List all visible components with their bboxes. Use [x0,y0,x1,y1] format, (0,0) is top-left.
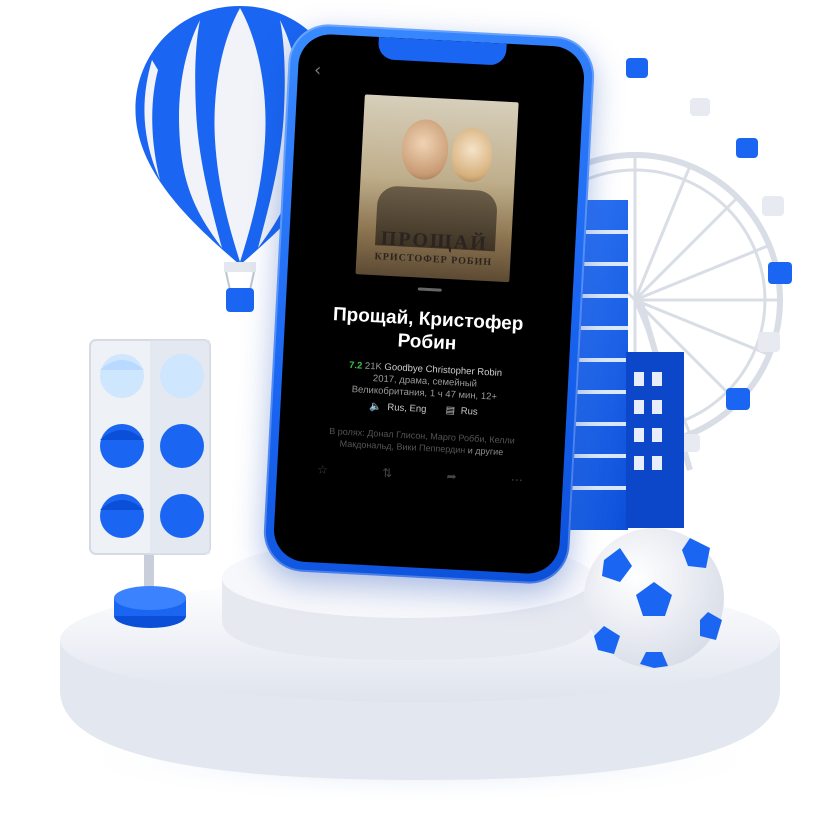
votes-count: 21K [364,360,383,373]
speaker-icon: 🔈 [369,401,383,413]
thumbs-icon[interactable]: ⇅ [382,466,393,481]
movie-poster[interactable]: ПРОЩАЙ КРИСТОФЕР РОБИН [355,94,519,283]
chevron-left-icon[interactable]: ‹ [314,60,322,81]
traffic-light [89,339,211,628]
subtitles-icon: ▤ [445,405,456,417]
smartphone: ‹ ПРОЩАЙ КРИСТОФЕР РОБИН Прощай, Кристоф… [261,22,597,586]
soccer-ball [584,528,724,668]
share-icon[interactable]: ➦ [446,469,457,484]
poster-actress-face [450,127,494,184]
cast-list: В ролях: Донал Глисон, Марго Робби, Келл… [306,424,537,460]
action-bar: ☆ ⇅ ➦ ⋯ [317,462,523,487]
subtitle-languages: Rus [460,405,478,418]
cast-more-link[interactable]: и другие [468,445,504,457]
poster-actor-face [400,118,450,181]
movie-title: Прощай, Кристофер Робин [332,304,524,355]
audio-languages: Rus, Eng [387,401,427,416]
rating-value: 7.2 [348,359,363,372]
bookmark-icon[interactable]: ☆ [317,462,328,477]
sheet-handle[interactable] [417,287,442,292]
more-icon[interactable]: ⋯ [511,473,524,488]
phone-notch [377,37,507,66]
phone-screen: ‹ ПРОЩАЙ КРИСТОФЕР РОБИН Прощай, Кристоф… [272,32,586,576]
